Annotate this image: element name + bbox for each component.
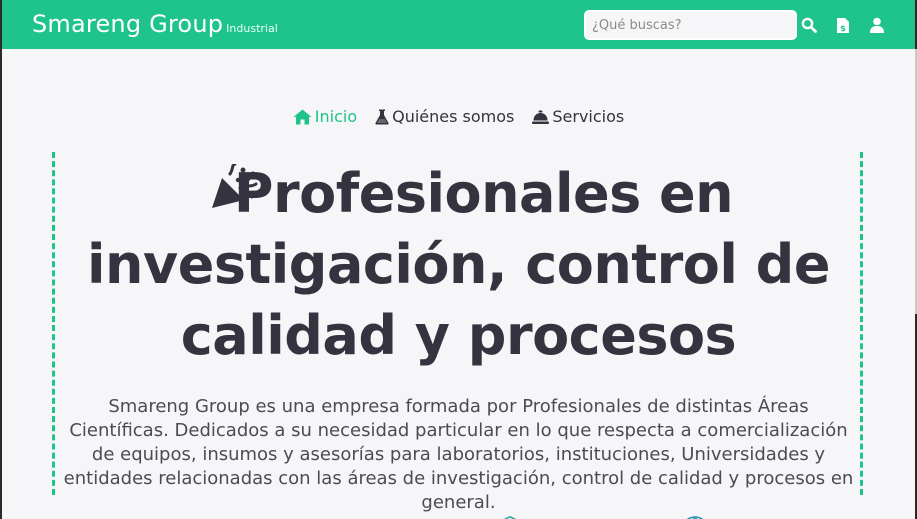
right-dashed-border bbox=[860, 152, 863, 495]
menu-item-label: Servicios bbox=[552, 107, 625, 126]
search-input[interactable] bbox=[584, 10, 797, 40]
flask-icon bbox=[375, 109, 389, 125]
brand-name: Smareng Group bbox=[32, 10, 224, 38]
svg-text:$: $ bbox=[840, 24, 846, 33]
invoice-icon[interactable]: $ bbox=[833, 15, 853, 35]
concierge-bell-icon bbox=[532, 110, 550, 124]
brand-logo[interactable]: Smareng Group Industrial bbox=[32, 10, 278, 38]
main-menu: Inicio Quiénes somos Servicios bbox=[0, 107, 917, 126]
hero-description: Smareng Group es una empresa formada por… bbox=[63, 396, 854, 513]
circle-icon bbox=[681, 510, 709, 519]
menu-item-label: Inicio bbox=[314, 107, 358, 126]
hexagon-icon bbox=[496, 510, 524, 519]
home-icon bbox=[293, 109, 312, 125]
search-icon[interactable] bbox=[799, 15, 819, 35]
menu-item-servicios[interactable]: Servicios bbox=[532, 107, 624, 126]
hero-title: Profesionales en investigación, control … bbox=[87, 162, 830, 367]
brand-tagline: Industrial bbox=[226, 22, 278, 35]
menu-item-label: Quiénes somos bbox=[392, 107, 515, 126]
window-frame-left bbox=[0, 0, 2, 519]
top-navbar: Smareng Group Industrial $ bbox=[2, 0, 915, 49]
user-icon[interactable] bbox=[867, 15, 887, 35]
left-dashed-border bbox=[52, 152, 55, 495]
menu-item-quienes-somos[interactable]: Quiénes somos bbox=[375, 107, 514, 126]
menu-item-inicio[interactable]: Inicio bbox=[293, 107, 357, 126]
